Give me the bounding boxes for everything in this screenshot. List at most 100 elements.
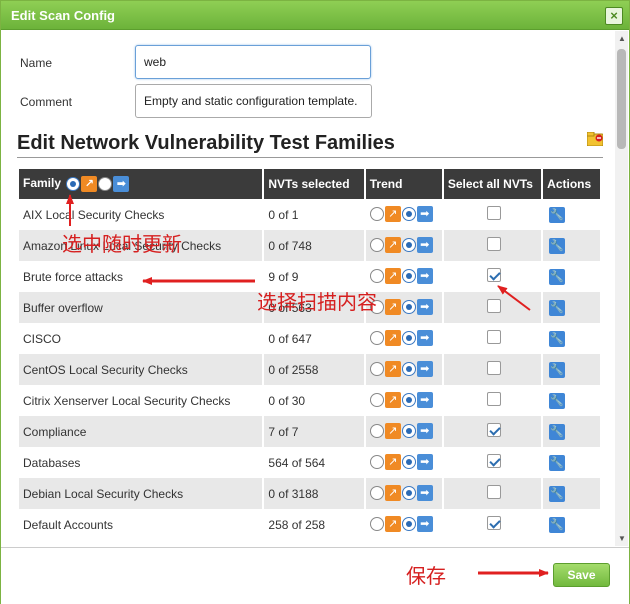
trend-right-icon: ➡ <box>113 176 130 192</box>
vertical-scrollbar[interactable]: ▲ ▼ <box>615 31 628 546</box>
actions-cell: 🔧 <box>543 292 600 323</box>
select-all-checkbox[interactable] <box>486 268 501 282</box>
select-all-checkbox[interactable] <box>486 237 501 251</box>
nvts-selected: 7 of 7 <box>264 416 364 447</box>
static-radio-icon[interactable] <box>401 454 416 469</box>
trend-right-icon: ➡ <box>416 422 433 439</box>
actions-cell: 🔧 <box>543 230 600 261</box>
trend-up-icon: ↗ <box>384 267 401 284</box>
family-name: CISCO <box>23 331 62 346</box>
dynamic-radio-icon[interactable] <box>369 206 384 221</box>
header-nvts-selected: NVTs selected <box>264 169 364 199</box>
select-all-checkbox[interactable] <box>486 206 501 220</box>
nvts-selected: 0 of 2558 <box>264 354 364 385</box>
dynamic-radio-icon[interactable] <box>369 237 384 252</box>
wrench-edit-icon[interactable]: 🔧 <box>549 485 566 502</box>
trend-cell: ↗ ➡ <box>366 261 442 292</box>
actions-cell: 🔧 <box>543 354 600 385</box>
dynamic-radio-icon[interactable] <box>66 177 81 191</box>
select-all-checkbox[interactable] <box>486 516 501 530</box>
dynamic-radio-icon[interactable] <box>369 330 384 345</box>
static-radio-icon[interactable] <box>401 299 416 314</box>
nvts-selected: 564 of 564 <box>268 455 326 470</box>
scroll-down-icon[interactable]: ▼ <box>618 534 626 543</box>
wrench-edit-icon[interactable]: 🔧 <box>549 361 566 378</box>
static-radio-icon[interactable] <box>401 330 416 345</box>
wrench-edit-icon[interactable]: 🔧 <box>549 423 566 440</box>
wrench-edit-icon[interactable]: 🔧 <box>549 237 566 254</box>
select-all-cell <box>443 354 542 385</box>
trend-cell: ↗ ➡ <box>366 385 442 416</box>
trend-right-icon: ➡ <box>416 453 433 470</box>
scroll-up-icon[interactable]: ▲ <box>618 34 626 43</box>
static-radio-icon[interactable] <box>401 516 416 531</box>
select-all-checkbox[interactable] <box>486 454 501 468</box>
dynamic-radio-icon[interactable] <box>369 423 384 438</box>
static-radio-icon[interactable] <box>401 392 416 407</box>
dynamic-radio-icon[interactable] <box>369 485 384 500</box>
close-icon: × <box>610 8 618 23</box>
trend-up-icon: ↗ <box>384 484 401 501</box>
nvts-selected: 0 of 30 <box>268 393 306 408</box>
comment-input[interactable]: Empty and static configuration template. <box>135 84 372 118</box>
family-name: Debian Local Security Checks <box>19 478 263 509</box>
wrench-edit-icon[interactable]: 🔧 <box>549 516 566 533</box>
section-divider <box>17 157 603 158</box>
actions-cell: 🔧 <box>543 447 600 478</box>
select-all-cell <box>444 261 541 292</box>
family-name: Compliance <box>19 416 263 447</box>
annotation-select-update: 选中随时更新 <box>62 232 182 256</box>
trend-cell: ↗ ➡ <box>366 323 442 354</box>
header-trend: Trend <box>365 169 442 199</box>
dynamic-radio-icon[interactable] <box>369 268 384 283</box>
table-row: CISCO 0 of 647 ↗ ➡ 🔧 <box>19 323 600 354</box>
select-all-checkbox[interactable] <box>486 423 501 437</box>
static-radio-icon[interactable] <box>401 485 416 500</box>
select-all-checkbox[interactable] <box>486 361 501 375</box>
static-radio-icon[interactable] <box>401 268 416 283</box>
static-radio-icon[interactable] <box>401 237 416 252</box>
wrench-edit-icon[interactable]: 🔧 <box>549 299 566 316</box>
static-radio-icon[interactable] <box>401 206 416 221</box>
wrench-edit-icon[interactable]: 🔧 <box>549 330 566 347</box>
trend-cell: ↗ ➡ <box>365 416 442 447</box>
dynamic-radio-icon[interactable] <box>369 361 384 376</box>
close-button[interactable]: × <box>605 7 623 25</box>
static-radio-icon[interactable] <box>98 177 113 191</box>
select-all-cell <box>443 416 542 447</box>
trend-up-icon: ↗ <box>384 205 401 222</box>
trend-cell: ↗ ➡ <box>366 199 442 230</box>
wrench-edit-icon[interactable]: 🔧 <box>549 206 566 223</box>
wrench-edit-icon[interactable]: 🔧 <box>549 268 566 285</box>
select-all-checkbox[interactable] <box>486 392 501 406</box>
select-all-checkbox[interactable] <box>486 330 501 344</box>
static-radio-icon[interactable] <box>401 423 416 438</box>
dialog-titlebar[interactable]: Edit Scan Config × <box>1 1 629 30</box>
nvts-selected: 258 of 258 <box>268 517 326 532</box>
folder-icon[interactable] <box>587 132 603 146</box>
trend-right-icon: ➡ <box>416 391 433 408</box>
dialog-footer: Save <box>1 547 629 604</box>
wrench-edit-icon[interactable]: 🔧 <box>549 454 566 471</box>
dynamic-radio-icon[interactable] <box>369 454 384 469</box>
name-input[interactable]: web <box>135 45 371 79</box>
trend-up-icon: ↗ <box>384 453 401 470</box>
select-all-checkbox[interactable] <box>486 485 501 499</box>
table-row: Citrix Xenserver Local Security Checks 0 … <box>19 385 600 416</box>
actions-cell: 🔧 <box>543 416 600 447</box>
trend-right-icon: ➡ <box>416 205 433 222</box>
actions-cell: 🔧 <box>543 199 600 230</box>
static-radio-icon[interactable] <box>401 361 416 376</box>
section-title: Edit Network Vulnerability Test Families <box>17 132 395 154</box>
trend-up-icon: ↗ <box>384 329 401 346</box>
name-label: Name <box>20 56 53 70</box>
dynamic-radio-icon[interactable] <box>369 392 384 407</box>
trend-cell: ↗ ➡ <box>365 230 442 261</box>
select-all-checkbox[interactable] <box>486 299 501 313</box>
scroll-thumb[interactable] <box>617 49 626 149</box>
nvts-selected: 0 of 647 <box>268 331 312 346</box>
dynamic-radio-icon[interactable] <box>369 516 384 531</box>
family-name: Buffer overflow <box>19 292 263 323</box>
wrench-edit-icon[interactable]: 🔧 <box>549 392 566 409</box>
save-button[interactable]: Save <box>553 563 610 587</box>
